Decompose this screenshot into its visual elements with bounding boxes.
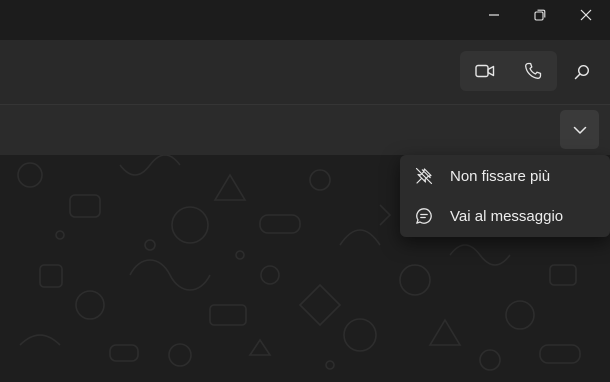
chevron-down-icon (573, 126, 586, 134)
pinned-message-bar (0, 105, 610, 155)
menu-item-label: Vai al messaggio (450, 207, 564, 225)
close-icon (580, 9, 592, 21)
minimize-button[interactable] (471, 0, 517, 30)
pinned-message-context-menu: Non fissare più Vai al messaggio (400, 155, 610, 237)
chat-header (0, 40, 610, 105)
minimize-icon (489, 14, 499, 16)
phone-icon (525, 62, 542, 79)
restore-button[interactable] (517, 0, 563, 30)
menu-item-label: Non fissare più (450, 167, 551, 185)
message-bubble-icon (414, 206, 434, 226)
unpin-icon (414, 166, 434, 186)
expand-pinned-button[interactable] (560, 110, 599, 149)
restore-icon (534, 9, 546, 21)
title-bar (0, 0, 610, 40)
close-button[interactable] (563, 0, 609, 30)
menu-item-go-to-message[interactable]: Vai al messaggio (404, 198, 606, 234)
menu-item-unpin[interactable]: Non fissare più (404, 158, 606, 194)
call-button-group (460, 51, 557, 91)
search-icon (574, 64, 590, 80)
search-button[interactable] (566, 56, 598, 88)
video-call-button[interactable] (461, 51, 509, 91)
voice-call-button[interactable] (509, 51, 557, 91)
video-camera-icon (475, 64, 495, 78)
